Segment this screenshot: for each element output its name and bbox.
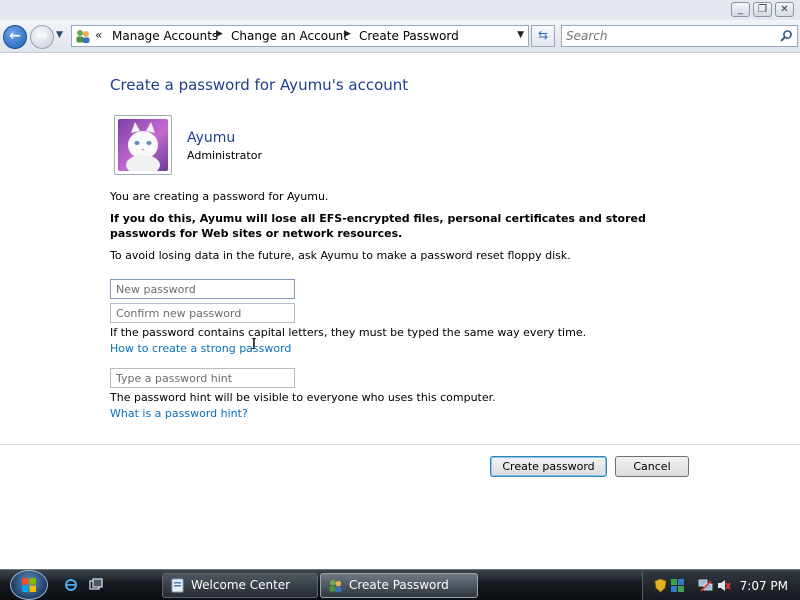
strong-password-link[interactable]: How to create a strong password	[110, 342, 291, 355]
navigation-bar: ← → ▼ « Manage Accounts ▶ Change an Acco…	[0, 20, 800, 53]
taskbar-label: Create Password	[349, 578, 449, 592]
cat-picture-icon	[118, 119, 168, 171]
user-accounts-icon	[76, 30, 90, 43]
windows-update-icon[interactable]	[670, 578, 685, 593]
password-hint-field[interactable]	[110, 368, 295, 388]
search-box[interactable]	[561, 25, 798, 47]
breadcrumb-separator-icon[interactable]: ▶	[216, 29, 223, 39]
refresh-button[interactable]: ⇆	[531, 25, 555, 47]
forward-button[interactable]: →	[30, 25, 54, 49]
breadcrumb-change-account[interactable]: Change an Account	[231, 29, 348, 43]
windows-logo-icon	[22, 578, 36, 592]
reset-disk-advice: To avoid losing data in the future, ask …	[110, 249, 571, 262]
title-bar: _ ❐ ✕	[0, 0, 800, 20]
security-shield-icon[interactable]	[653, 578, 668, 593]
confirm-password-field[interactable]	[110, 303, 295, 323]
user-role: Administrator	[187, 149, 262, 162]
address-dropdown-icon[interactable]: ▼	[517, 30, 524, 40]
user-accounts-icon	[329, 579, 342, 593]
password-hint-link[interactable]: What is a password hint?	[110, 407, 248, 420]
system-tray: 7:07 PM	[642, 572, 800, 600]
hint-visibility-note: The password hint will be visible to eve…	[110, 391, 496, 404]
efs-warning-text: If you do this, Ayumu will lose all EFS-…	[110, 212, 646, 240]
taskbar: Welcome Center Create Password 7:07 PM	[0, 569, 800, 600]
clock[interactable]: 7:07 PM	[740, 579, 788, 593]
new-password-field[interactable]	[110, 279, 295, 299]
create-password-button[interactable]: Create password	[490, 456, 607, 477]
address-overflow-icon[interactable]: «	[95, 28, 102, 42]
volume-icon[interactable]	[716, 578, 731, 593]
switch-windows-icon[interactable]	[89, 578, 103, 592]
search-input[interactable]	[566, 28, 776, 44]
internet-explorer-icon[interactable]	[64, 578, 78, 592]
back-button[interactable]: ←	[3, 25, 27, 49]
address-bar[interactable]: « Manage Accounts ▶ Change an Account ▶ …	[71, 25, 529, 47]
breadcrumb-separator-icon[interactable]: ▶	[344, 29, 351, 39]
breadcrumb-manage-accounts[interactable]: Manage Accounts	[112, 29, 218, 43]
taskbar-welcome-center[interactable]: Welcome Center	[162, 573, 318, 598]
maximize-button[interactable]: ❐	[753, 2, 772, 17]
divider	[0, 444, 800, 445]
user-name: Ayumu	[187, 130, 236, 146]
intro-text: You are creating a password for Ayumu.	[110, 190, 329, 203]
cancel-button[interactable]: Cancel	[615, 456, 689, 477]
welcome-center-icon	[171, 578, 184, 593]
close-button[interactable]: ✕	[775, 2, 794, 17]
page-title: Create a password for Ayumu's account	[110, 76, 409, 94]
breadcrumb-create-password[interactable]: Create Password	[359, 29, 459, 43]
recent-pages-dropdown[interactable]: ▼	[56, 30, 63, 40]
network-icon[interactable]	[698, 578, 713, 593]
taskbar-create-password[interactable]: Create Password	[320, 573, 478, 598]
capitalization-note: If the password contains capital letters…	[110, 326, 587, 339]
main-content: Create a password for Ayumu's account Ay…	[0, 54, 800, 569]
taskbar-label: Welcome Center	[191, 578, 291, 592]
avatar	[114, 115, 172, 175]
minimize-button[interactable]: _	[731, 2, 750, 17]
search-icon[interactable]	[779, 29, 793, 43]
